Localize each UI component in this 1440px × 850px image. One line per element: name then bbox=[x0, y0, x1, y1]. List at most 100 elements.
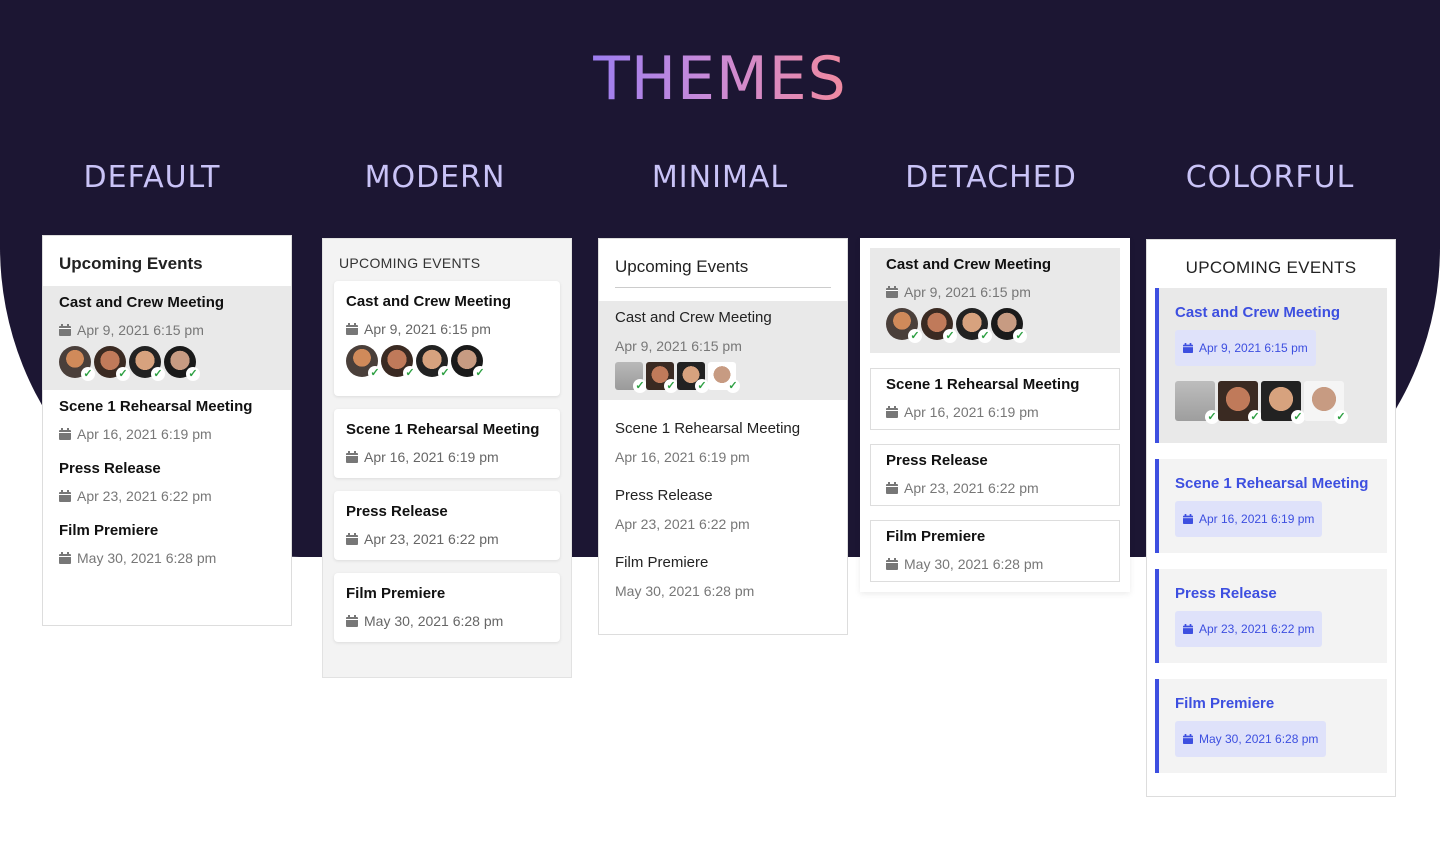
avatar[interactable]: ✓ bbox=[708, 362, 740, 393]
event-item[interactable]: Film Premiere May 30, 2021 6:28 pm bbox=[1155, 679, 1387, 773]
event-item[interactable]: Press Release Apr 23, 2021 6:22 pm bbox=[1155, 569, 1387, 663]
attendee-list: ✓ ✓ ✓ ✓ bbox=[346, 345, 548, 380]
avatar[interactable]: ✓ bbox=[991, 308, 1027, 343]
events-widget-minimal: Upcoming Events Cast and Crew Meeting Ap… bbox=[598, 238, 848, 635]
check-icon: ✓ bbox=[368, 366, 382, 380]
check-icon: ✓ bbox=[473, 366, 487, 380]
avatar[interactable]: ✓ bbox=[94, 346, 130, 381]
event-item[interactable]: Scene 1 Rehearsal Meeting Apr 16, 2021 6… bbox=[1155, 459, 1387, 553]
check-icon: ✓ bbox=[908, 329, 922, 343]
calendar-icon bbox=[886, 406, 898, 418]
attendee-list: ✓ ✓ ✓ ✓ bbox=[59, 346, 275, 381]
event-title: Film Premiere bbox=[1175, 695, 1275, 712]
event-title: Press Release bbox=[615, 487, 713, 504]
event-title: Scene 1 Rehearsal Meeting bbox=[886, 376, 1080, 393]
event-item[interactable]: Scene 1 Rehearsal Meeting Apr 16, 2021 6… bbox=[870, 368, 1120, 430]
event-item[interactable]: Scene 1 Rehearsal Meeting Apr 16, 2021 6… bbox=[599, 400, 847, 479]
theme-label-modern: MODERN bbox=[364, 160, 506, 195]
theme-label-colorful: COLORFUL bbox=[1185, 160, 1355, 195]
check-icon: ✓ bbox=[403, 366, 417, 380]
events-widget-detached: Cast and Crew Meeting Apr 9, 2021 6:15 p… bbox=[860, 238, 1130, 592]
event-title: Film Premiere bbox=[886, 528, 986, 545]
check-icon: ✓ bbox=[116, 367, 130, 381]
avatar[interactable]: ✓ bbox=[451, 345, 487, 380]
event-date: Apr 9, 2021 6:15 pm bbox=[59, 322, 275, 338]
avatar[interactable]: ✓ bbox=[677, 362, 709, 393]
event-item[interactable]: Scene 1 Rehearsal Meeting Apr 16, 2021 6… bbox=[334, 409, 560, 478]
event-date: Apr 16, 2021 6:19 pm bbox=[886, 404, 1104, 420]
theme-label-detached: DETACHED bbox=[905, 160, 1077, 195]
event-date: May 30, 2021 6:28 pm bbox=[59, 550, 275, 566]
event-date: May 30, 2021 6:28 pm bbox=[615, 583, 755, 599]
avatar[interactable]: ✓ bbox=[1304, 381, 1348, 424]
check-icon: ✓ bbox=[1291, 410, 1305, 424]
event-date: Apr 16, 2021 6:19 pm bbox=[59, 426, 275, 442]
theme-label-default: DEFAULT bbox=[83, 160, 221, 195]
avatar[interactable]: ✓ bbox=[1218, 381, 1262, 424]
event-item[interactable]: Scene 1 Rehearsal Meeting Apr 16, 2021 6… bbox=[43, 390, 291, 452]
calendar-icon bbox=[886, 482, 898, 494]
event-date: Apr 9, 2021 6:15 pm bbox=[886, 284, 1104, 300]
calendar-icon bbox=[59, 490, 71, 502]
event-item[interactable]: Cast and Crew Meeting Apr 9, 2021 6:15 p… bbox=[599, 301, 847, 400]
attendee-list: ✓ ✓ ✓ ✓ bbox=[615, 362, 831, 393]
event-title: Scene 1 Rehearsal Meeting bbox=[1175, 475, 1369, 492]
event-title: Film Premiere bbox=[346, 585, 446, 602]
event-item[interactable]: Film Premiere May 30, 2021 6:28 pm bbox=[599, 546, 847, 613]
event-date: Apr 23, 2021 6:22 pm bbox=[59, 488, 275, 504]
event-item[interactable]: Cast and Crew Meeting Apr 9, 2021 6:15 p… bbox=[1155, 288, 1387, 443]
avatar[interactable]: ✓ bbox=[416, 345, 452, 380]
event-title: Film Premiere bbox=[59, 522, 159, 539]
event-title: Press Release bbox=[59, 460, 161, 477]
avatar[interactable]: ✓ bbox=[59, 346, 95, 381]
avatar[interactable]: ✓ bbox=[381, 345, 417, 380]
events-widget-modern: UPCOMING EVENTS Cast and Crew Meeting Ap… bbox=[322, 238, 572, 678]
calendar-icon bbox=[346, 533, 358, 545]
widget-header: Upcoming Events bbox=[615, 257, 831, 288]
event-title: Press Release bbox=[346, 503, 448, 520]
widget-header: UPCOMING EVENTS bbox=[339, 255, 481, 271]
event-item[interactable]: Film Premiere May 30, 2021 6:28 pm bbox=[43, 514, 291, 576]
avatar[interactable]: ✓ bbox=[346, 345, 382, 380]
event-item[interactable]: Cast and Crew Meeting Apr 9, 2021 6:15 p… bbox=[870, 248, 1120, 353]
check-icon: ✓ bbox=[633, 379, 647, 393]
avatar[interactable]: ✓ bbox=[129, 346, 165, 381]
check-icon: ✓ bbox=[1013, 329, 1027, 343]
event-item[interactable]: Film Premiere May 30, 2021 6:28 pm bbox=[870, 520, 1120, 582]
check-icon: ✓ bbox=[664, 379, 678, 393]
avatar[interactable]: ✓ bbox=[164, 346, 200, 381]
check-icon: ✓ bbox=[151, 367, 165, 381]
event-date: Apr 9, 2021 6:15 pm bbox=[1175, 330, 1316, 366]
event-item[interactable]: Press Release Apr 23, 2021 6:22 pm bbox=[334, 491, 560, 560]
event-item[interactable]: Cast and Crew Meeting Apr 9, 2021 6:15 p… bbox=[334, 281, 560, 396]
event-item[interactable]: Press Release Apr 23, 2021 6:22 pm bbox=[599, 479, 847, 546]
event-item[interactable]: Cast and Crew Meeting Apr 9, 2021 6:15 p… bbox=[43, 286, 291, 390]
event-item[interactable]: Film Premiere May 30, 2021 6:28 pm bbox=[334, 573, 560, 642]
event-date: Apr 9, 2021 6:15 pm bbox=[346, 321, 548, 337]
event-date: May 30, 2021 6:28 pm bbox=[1175, 721, 1327, 757]
check-icon: ✓ bbox=[943, 329, 957, 343]
avatar[interactable]: ✓ bbox=[646, 362, 678, 393]
event-item[interactable]: Press Release Apr 23, 2021 6:22 pm bbox=[870, 444, 1120, 506]
calendar-icon bbox=[59, 324, 71, 336]
check-icon: ✓ bbox=[978, 329, 992, 343]
avatar[interactable]: ✓ bbox=[886, 308, 922, 343]
calendar-icon bbox=[1183, 514, 1193, 524]
widget-header: Upcoming Events bbox=[59, 254, 203, 273]
avatar[interactable]: ✓ bbox=[956, 308, 992, 343]
check-icon: ✓ bbox=[1334, 410, 1348, 424]
event-title: Cast and Crew Meeting bbox=[615, 309, 772, 326]
events-widget-default: Upcoming Events Cast and Crew Meeting Ap… bbox=[42, 235, 292, 626]
avatar[interactable]: ✓ bbox=[921, 308, 957, 343]
event-item[interactable]: Press Release Apr 23, 2021 6:22 pm bbox=[43, 452, 291, 514]
check-icon: ✓ bbox=[1248, 410, 1262, 424]
avatar[interactable]: ✓ bbox=[1175, 381, 1219, 424]
page-title: THEMES bbox=[593, 44, 847, 114]
calendar-icon bbox=[59, 552, 71, 564]
avatar[interactable]: ✓ bbox=[1261, 381, 1305, 424]
widget-header: UPCOMING EVENTS bbox=[1185, 258, 1357, 277]
event-date: Apr 23, 2021 6:22 pm bbox=[615, 516, 750, 532]
avatar[interactable]: ✓ bbox=[615, 362, 647, 393]
check-icon: ✓ bbox=[1205, 410, 1219, 424]
event-title: Scene 1 Rehearsal Meeting bbox=[615, 420, 801, 437]
